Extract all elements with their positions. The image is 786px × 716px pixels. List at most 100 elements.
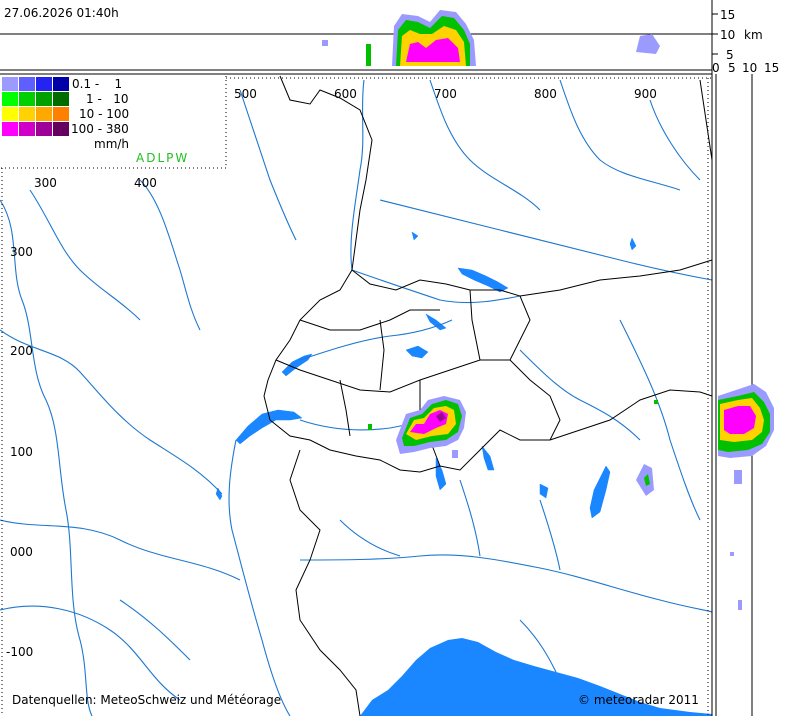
- river-north-2: [559, 79, 681, 191]
- border-north-germany: [699, 79, 713, 161]
- legend-swatch-0-2: [36, 77, 52, 91]
- lake-maggiore: [435, 457, 447, 491]
- river-po-trib-3: [539, 499, 561, 571]
- lake-garda: [589, 465, 611, 519]
- top-axis-label-800: 800: [534, 87, 557, 101]
- left-axis-label-100: 100: [10, 445, 33, 459]
- rivers: [0, 79, 713, 716]
- side-axis-label-10: 10: [742, 61, 757, 75]
- inner-axis-label-300: 300: [34, 176, 57, 190]
- inner-axis-label-400: 400: [134, 176, 157, 190]
- legend-range-2: 1 - 10: [86, 92, 129, 106]
- right-profile-echo-small-1: [734, 470, 742, 484]
- legend-swatch-0-0: [2, 77, 18, 91]
- river-po: [299, 554, 713, 613]
- footer-copyright: © meteoradar 2011: [578, 693, 699, 707]
- footer-sources: Datenquellen: MeteoSchweiz und Météorage: [12, 693, 281, 707]
- legend-swatch-1-3: [53, 92, 69, 106]
- border-cantons-5: [379, 319, 385, 391]
- legend-swatch-1-0: [2, 92, 18, 106]
- lake-small-2: [629, 237, 637, 251]
- echo-small-1: [368, 424, 372, 430]
- echo-small-2: [654, 400, 658, 404]
- border-cantons-6: [469, 289, 481, 361]
- side-axis-label-0: 0: [712, 61, 720, 75]
- river-east-1: [619, 319, 701, 521]
- lake-como: [481, 445, 495, 471]
- border-cantons-3: [339, 379, 351, 437]
- river-south-1: [119, 599, 191, 661]
- height-axis-label-5: 5: [726, 48, 734, 62]
- legend-swatch-1-1: [19, 92, 35, 106]
- echo-small-3: [452, 450, 458, 458]
- left-axis-label-300: 300: [10, 245, 33, 259]
- legend: 0.1 - 1 1 - 10 10 - 100 100 - 380 mm/h A…: [0, 76, 226, 168]
- legend-swatch-2-2: [36, 107, 52, 121]
- river-danube-area: [379, 199, 713, 281]
- top-axis-label-500: 500: [234, 87, 257, 101]
- lake-lucerne: [405, 345, 429, 359]
- timestamp: 27.06.2026 01:40h: [4, 6, 119, 20]
- legend-swatch-1-2: [36, 92, 52, 106]
- lakes: [215, 231, 637, 519]
- top-axis-label-900: 900: [634, 87, 657, 101]
- river-5: [0, 519, 241, 581]
- river-po-trib-1: [339, 519, 401, 557]
- legend-range-1: 0.1 - 1: [72, 77, 122, 91]
- radar-echoes: [368, 396, 658, 496]
- border-cantons-2: [275, 359, 510, 393]
- top-profile-echo-small-1: [366, 44, 371, 66]
- legend-swatch-3-3: [53, 122, 69, 136]
- legend-unit: mm/h: [94, 137, 129, 151]
- left-axis: 300 200 100 000 -100: [6, 245, 33, 659]
- top-axis: 500 600 700 800 900: [234, 87, 657, 101]
- lake-small-3: [411, 231, 419, 241]
- river-po-trib-2: [459, 479, 481, 557]
- left-axis-label-000: 000: [10, 545, 33, 559]
- legend-stations: ADLPW: [136, 151, 189, 165]
- legend-swatch-2-3: [53, 107, 69, 121]
- top-profile-echo-small-2: [322, 40, 328, 46]
- lake-small-1: [539, 483, 549, 499]
- river-north-3: [239, 89, 297, 241]
- river-north-4: [649, 99, 701, 181]
- top-axis-label-600: 600: [334, 87, 357, 101]
- legend-swatch-3-2: [36, 122, 52, 136]
- radar-map-frame: 0.1 - 1 1 - 10 10 - 100 100 - 380 mm/h A…: [0, 0, 779, 716]
- map-area: [0, 75, 713, 716]
- inner-axis: 300 400: [34, 176, 157, 190]
- river-4: [139, 179, 201, 331]
- side-axis: 0 5 10 15: [712, 61, 779, 75]
- right-profile: [711, 74, 774, 716]
- left-axis-label-minus-100: -100: [6, 645, 33, 659]
- legend-swatch-0-3: [53, 77, 69, 91]
- top-profile-echo-east: [636, 34, 660, 54]
- right-profile-echo-small-3: [738, 600, 742, 610]
- country-borders: [263, 75, 713, 716]
- lake-zurich: [425, 313, 447, 331]
- border-swiss-north: [263, 269, 353, 397]
- legend-swatch-2-0: [2, 107, 18, 121]
- river-aare: [299, 319, 453, 361]
- river-rhone-south: [228, 439, 291, 716]
- legend-swatch-3-1: [19, 122, 35, 136]
- border-france-germany: [279, 75, 373, 271]
- right-profile-echo-small-2: [730, 552, 734, 556]
- side-axis-label-5: 5: [728, 61, 736, 75]
- river-3: [29, 189, 141, 321]
- border-austria-germany: [519, 259, 713, 297]
- height-axis-unit: km: [744, 28, 763, 42]
- lake-annecy: [215, 487, 223, 501]
- border-cantons-1: [299, 309, 440, 331]
- border-france-italy: [289, 449, 361, 716]
- legend-swatch-0-1: [19, 77, 35, 91]
- side-axis-label-15: 15: [764, 61, 779, 75]
- legend-range-3: 10 - 100: [79, 107, 129, 121]
- legend-swatch-3-0: [2, 122, 18, 136]
- legend-range-4: 100 - 380: [71, 122, 129, 136]
- height-axis-label-15: 15: [720, 8, 735, 22]
- left-axis-label-200: 200: [10, 344, 33, 358]
- top-axis-label-700: 700: [434, 87, 457, 101]
- river-inn: [519, 349, 641, 441]
- height-axis-label-10: 10: [720, 28, 735, 42]
